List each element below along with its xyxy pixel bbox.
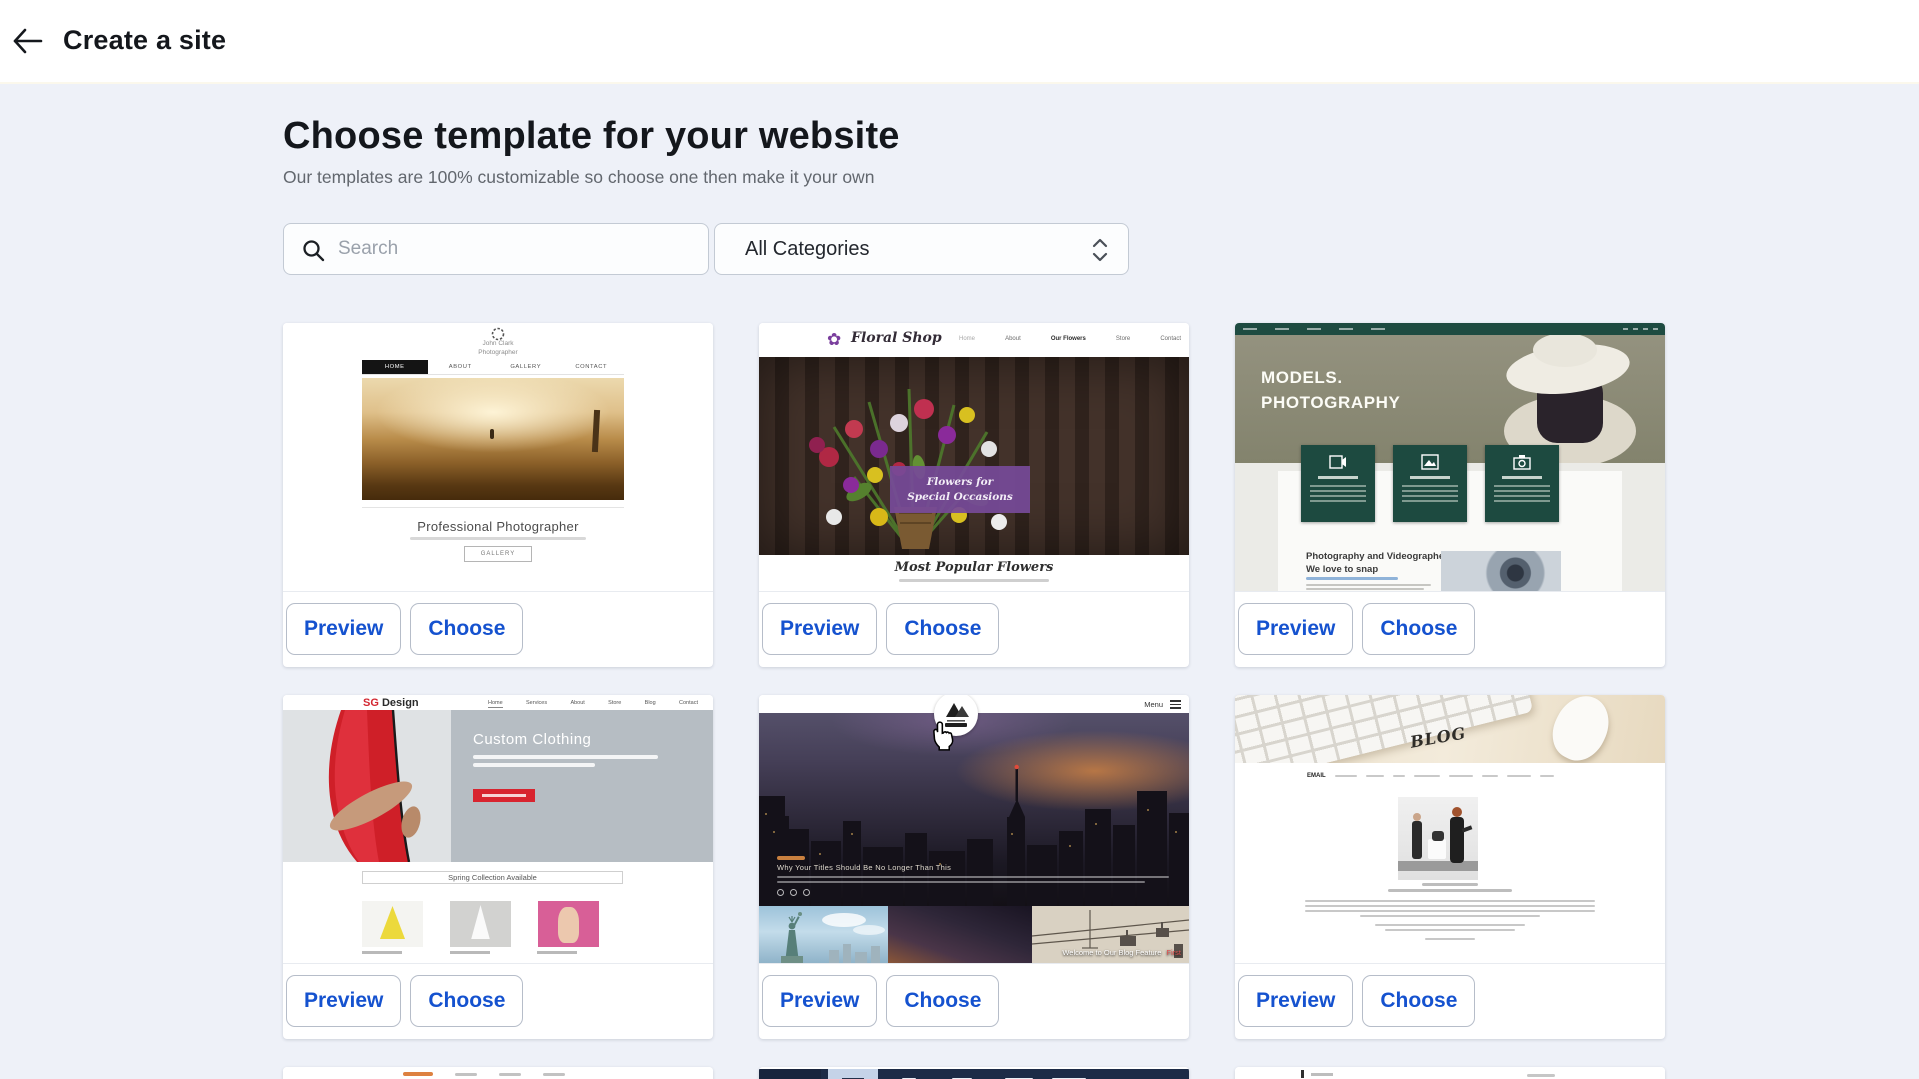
template-thumbnail-partial-3[interactable]: KDC [1235, 1067, 1665, 1079]
template-grid: John Clark Photographer HOMEABOUTGALLERY… [283, 323, 1665, 1079]
category-select[interactable]: All Categories [714, 223, 1129, 275]
page-title: Choose template for your website [283, 115, 900, 158]
carousel-dots [777, 889, 810, 896]
flower-logo-icon: ✿ [827, 330, 841, 350]
mini-nav [759, 1069, 1189, 1079]
back-arrow-icon [10, 44, 46, 59]
sepia-field-photo [362, 378, 624, 500]
template-thumbnail-partial-2[interactable] [759, 1067, 1189, 1079]
category-selected-value: All Categories [745, 238, 870, 261]
choose-button[interactable]: Choose [1362, 975, 1475, 1027]
template-card-photographer: John Clark Photographer HOMEABOUTGALLERY… [283, 323, 713, 667]
woman-hat-illustration [1465, 335, 1665, 463]
template-thumbnail-blog[interactable]: BLOG EMAIL [1235, 695, 1665, 963]
search-box [283, 223, 709, 275]
search-input[interactable] [338, 224, 698, 274]
template-card-floral: ✿ Floral Shop HomeAboutOur FlowersStoreC… [759, 323, 1189, 667]
preview-button[interactable]: Preview [286, 975, 401, 1027]
makeup-photo [1441, 551, 1561, 591]
mini-nav: HomeServicesAboutStoreBlogContact [488, 700, 698, 708]
hero-banner: Flowers for Special Occasions [890, 466, 1030, 513]
template-card-travel: Menu [759, 695, 1189, 1039]
preview-button[interactable]: Preview [286, 603, 401, 655]
template-thumbnail-models[interactable]: MODELS. PHOTOGRAPHY [1235, 323, 1665, 591]
post-thumbnails: Welcome to Our Blog FeatureFirst [759, 906, 1189, 963]
tulip-hero-photo [759, 357, 1189, 555]
choose-button[interactable]: Choose [886, 603, 999, 655]
template-card-blog: BLOG EMAIL [1235, 695, 1665, 1039]
statue-of-liberty-thumb [759, 906, 888, 963]
mini-nav [1235, 323, 1665, 335]
page-subtitle: Our templates are 100% customizable so c… [283, 167, 874, 188]
choose-button[interactable]: Choose [886, 975, 999, 1027]
template-thumbnail-travel[interactable]: Menu [759, 695, 1189, 963]
choose-button[interactable]: Choose [410, 603, 523, 655]
template-thumbnail-partial-1[interactable] [283, 1067, 713, 1079]
template-card-partial-3: KDC [1235, 1067, 1665, 1079]
template-card-models: MODELS. PHOTOGRAPHY [1235, 323, 1665, 667]
preview-button[interactable]: Preview [1238, 603, 1353, 655]
page-header-title: Create a site [63, 25, 226, 56]
template-thumbnail-fashion[interactable]: SG Design HomeServicesAboutStoreBlogCont… [283, 695, 713, 963]
template-thumbnail-photographer[interactable]: John Clark Photographer HOMEABOUTGALLERY… [283, 323, 713, 591]
mini-red-button [473, 789, 535, 802]
mini-nav [403, 1072, 565, 1076]
chevron-up-down-icon [1090, 237, 1110, 269]
mini-nav: EMAIL [1307, 773, 1560, 779]
mini-gallery-button: GALLERY [464, 546, 532, 562]
camera-icon [1513, 454, 1531, 470]
preview-button[interactable]: Preview [1238, 975, 1353, 1027]
night-sky-thumb [888, 906, 1032, 963]
city-night-hero: Why Your Titles Should Be No Longer Than… [759, 713, 1189, 906]
salon-photo [1398, 797, 1478, 880]
choose-button[interactable]: Choose [1362, 603, 1475, 655]
search-icon [301, 238, 326, 268]
keyboard-illustration [1235, 695, 1533, 763]
models-hero: MODELS. PHOTOGRAPHY [1235, 335, 1665, 463]
template-card-partial-2 [759, 1067, 1189, 1079]
mini-nav: HOMEABOUTGALLERYCONTACT [362, 360, 624, 375]
mouse-pointer-cursor-icon [929, 721, 955, 756]
feature-cards [1301, 445, 1559, 522]
mouse-illustration [1543, 695, 1619, 763]
preview-button[interactable]: Preview [762, 603, 877, 655]
template-card-fashion: SG Design HomeServicesAboutStoreBlogCont… [283, 695, 713, 1039]
mini-nav: HomeAboutOur FlowersStoreContact [959, 336, 1181, 342]
keyboard-hero: BLOG [1235, 695, 1665, 763]
choose-button[interactable]: Choose [410, 975, 523, 1027]
back-button[interactable] [6, 24, 50, 60]
app-header: Create a site [0, 0, 1919, 84]
image-icon [1421, 454, 1439, 470]
product-thumbnails [362, 901, 599, 947]
template-card-partial-1 [283, 1067, 713, 1079]
template-thumbnail-floral[interactable]: ✿ Floral Shop HomeAboutOur FlowersStoreC… [759, 323, 1189, 591]
video-icon [1329, 454, 1347, 470]
preview-button[interactable]: Preview [762, 975, 877, 1027]
hamburger-menu-icon [1170, 700, 1181, 711]
